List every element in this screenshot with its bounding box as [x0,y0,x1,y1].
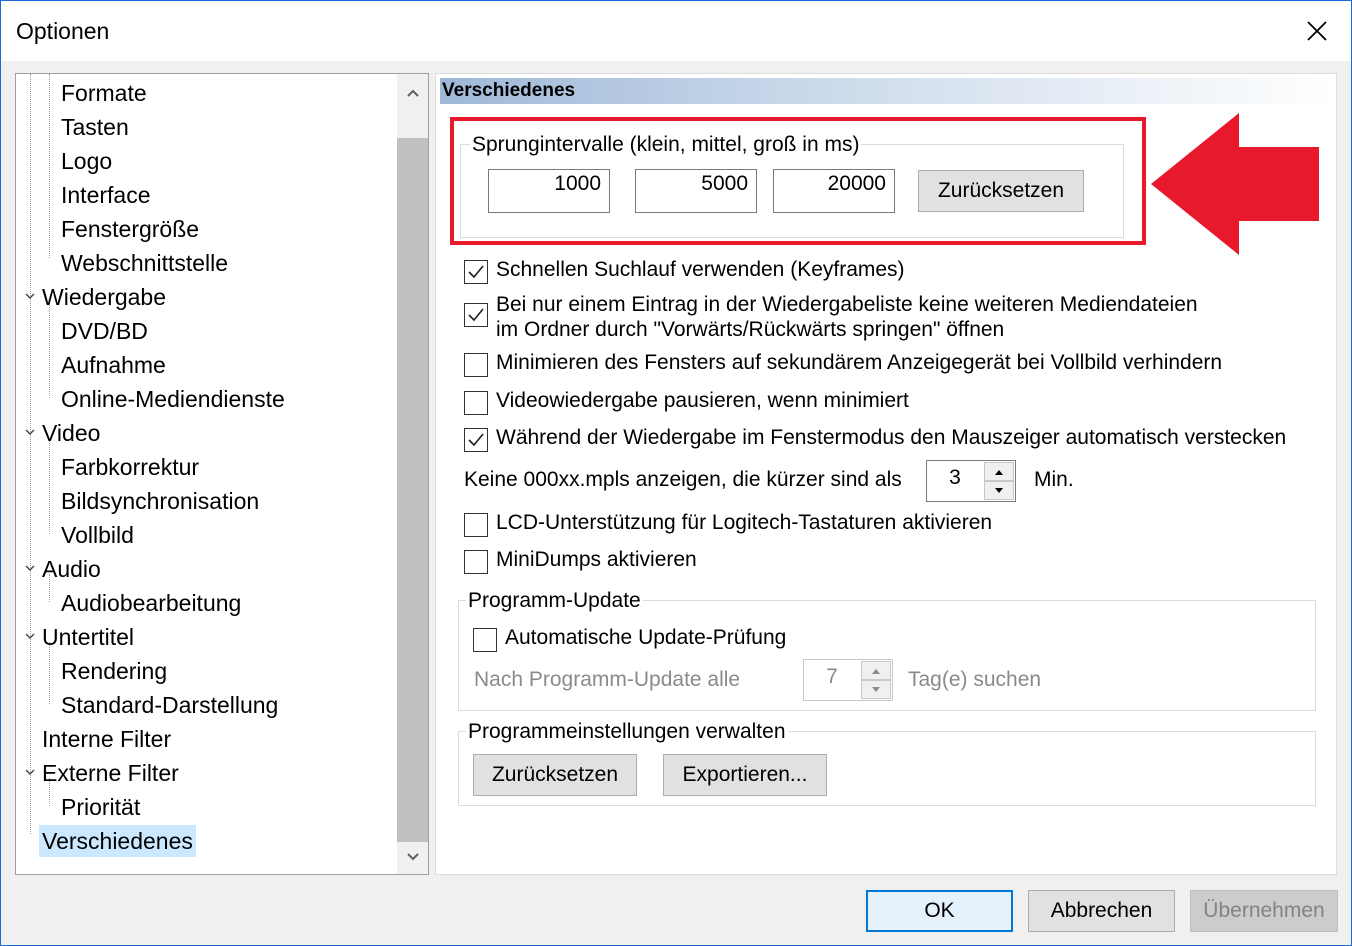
tree-line [49,438,50,534]
chevron-down-icon[interactable] [24,426,36,438]
scroll-thumb[interactable] [397,138,428,842]
pause-minimized-label: Videowiedergabe pausieren, wenn minimier… [496,389,909,412]
tree-item-prioritaet[interactable]: Priorität [58,791,143,823]
tree-item-interface[interactable]: Interface [58,179,154,211]
update-increment-button[interactable] [861,661,891,680]
highlight-box [450,117,1146,245]
tree-line [49,302,50,398]
minidumps-checkbox[interactable] [464,550,488,574]
cancel-button[interactable]: Abbrechen [1028,890,1175,932]
auto-update-option[interactable]: Automatische Update-Prüfung [473,626,786,652]
hide-cursor-checkbox[interactable] [464,428,488,452]
tree-item-standard-darstellung[interactable]: Standard-Darstellung [58,689,281,721]
chevron-up-icon [407,89,419,97]
auto-update-checkbox[interactable] [473,628,497,652]
pause-minimized-option[interactable]: Videowiedergabe pausieren, wenn minimier… [464,389,909,415]
settings-manage-label: Programmeinstellungen verwalten [466,720,788,744]
mpls-spinner[interactable]: 3 [926,460,1016,502]
single-entry-label-line2: im Ordner durch "Vorwärts/Rückwärts spri… [496,318,1005,341]
tree-item-audio[interactable]: Audio [39,553,104,585]
mpls-decrement-button[interactable] [984,481,1014,500]
tree-item-video[interactable]: Video [39,417,103,449]
hide-cursor-option[interactable]: Während der Wiedergabe im Fenstermodus d… [464,426,1286,452]
tree-item-rendering[interactable]: Rendering [58,655,170,687]
minidumps-label: MiniDumps aktivieren [496,548,697,571]
scroll-up-button[interactable] [397,76,428,110]
lcd-option[interactable]: LCD-Unterstützung für Logitech-Tastature… [464,511,992,537]
mpls-unit: Min. [1034,468,1074,491]
tree-item-dvd-bd[interactable]: DVD/BD [58,315,151,347]
mpls-increment-button[interactable] [984,462,1014,481]
chevron-down-icon[interactable] [24,766,36,778]
tree-item-verschiedenes[interactable]: Verschiedenes [39,825,196,857]
chevron-down-icon[interactable] [24,630,36,642]
tree-item-untertitel[interactable]: Untertitel [39,621,137,653]
tree-item-interne-filter[interactable]: Interne Filter [39,723,174,755]
window-title: Optionen [16,18,110,44]
checkmark-icon [468,308,484,322]
tree-line [30,74,31,834]
options-dialog: Optionen Formate Tasten Logo Interface F… [0,0,1352,946]
auto-update-label: Automatische Update-Prüfung [505,626,787,649]
lcd-checkbox[interactable] [464,513,488,537]
tree-item-formate[interactable]: Formate [58,77,150,109]
arrow-down-icon [872,686,880,692]
minimize-secondary-checkbox[interactable] [464,353,488,377]
apply-button[interactable]: Übernehmen [1190,890,1338,932]
fast-seek-label: Schnellen Suchlauf verwenden (Keyframes) [496,258,905,281]
tree-item-tasten[interactable]: Tasten [58,111,132,143]
checkmark-icon [468,265,484,279]
ok-button[interactable]: OK [866,890,1013,932]
single-entry-checkbox[interactable] [464,303,488,327]
tree-item-fenstergroesse[interactable]: Fenstergröße [58,213,202,245]
update-interval-spinner[interactable]: 7 [803,659,893,701]
update-decrement-button[interactable] [861,680,891,699]
panel-header: Verschiedenes [440,78,1332,104]
settings-reset-button[interactable]: Zurücksetzen [473,754,637,796]
tree-item-farbkorrektur[interactable]: Farbkorrektur [58,451,202,483]
tree-item-wiedergabe[interactable]: Wiedergabe [39,281,169,313]
tree-line [49,74,50,258]
tree-item-webschnittstelle[interactable]: Webschnittstelle [58,247,231,279]
arrow-up-icon [872,668,880,674]
update-interval-unit: Tag(e) suchen [908,668,1042,691]
single-entry-label-line1: Bei nur einem Eintrag in der Wiedergabel… [496,293,1198,316]
hide-cursor-label: Während der Wiedergabe im Fenstermodus d… [496,426,1287,449]
fast-seek-option[interactable]: Schnellen Suchlauf verwenden (Keyframes) [464,258,905,284]
close-button[interactable] [1283,1,1351,61]
tree-item-audiobearbeitung[interactable]: Audiobearbeitung [58,587,244,619]
tree-item-online-mediendienste[interactable]: Online-Mediendienste [58,383,288,415]
update-group-label: Programm-Update [466,589,643,613]
tree-item-bildsynchronisation[interactable]: Bildsynchronisation [58,485,262,517]
arrow-down-icon [995,487,1003,493]
tree-item-aufnahme[interactable]: Aufnahme [58,349,169,381]
minimize-secondary-option[interactable]: Minimieren des Fensters auf sekundärem A… [464,351,1222,377]
lcd-label: LCD-Unterstützung für Logitech-Tastature… [496,511,993,534]
tree-item-vollbild[interactable]: Vollbild [58,519,137,551]
close-icon [1307,21,1327,41]
chevron-down-icon[interactable] [24,562,36,574]
mpls-value[interactable]: 3 [927,461,983,501]
settings-export-button[interactable]: Exportieren... [663,754,827,796]
checkmark-icon [468,433,484,447]
arrow-up-icon [995,469,1003,475]
minimize-secondary-label: Minimieren des Fensters auf sekundärem A… [496,351,1223,374]
pause-minimized-checkbox[interactable] [464,391,488,415]
tree-item-logo[interactable]: Logo [58,145,115,177]
update-interval-label: Nach Programm-Update alle [474,668,741,691]
settings-tree[interactable]: Formate Tasten Logo Interface Fenstergrö… [15,73,429,875]
chevron-down-icon [407,853,419,861]
tree-item-externe-filter[interactable]: Externe Filter [39,757,182,789]
scroll-down-button[interactable] [397,840,428,874]
mpls-label: Keine 000xx.mpls anzeigen, die kürzer si… [464,468,902,491]
minidumps-option[interactable]: MiniDumps aktivieren [464,548,697,574]
chevron-down-icon[interactable] [24,290,36,302]
title-bar: Optionen [1,1,1351,61]
arrow-left-icon [1151,113,1319,255]
fast-seek-checkbox[interactable] [464,260,488,284]
single-entry-option[interactable]: Bei nur einem Eintrag in der Wiedergabel… [464,292,1198,342]
tree-scrollbar[interactable] [397,74,428,874]
update-interval-value[interactable]: 7 [804,660,860,700]
